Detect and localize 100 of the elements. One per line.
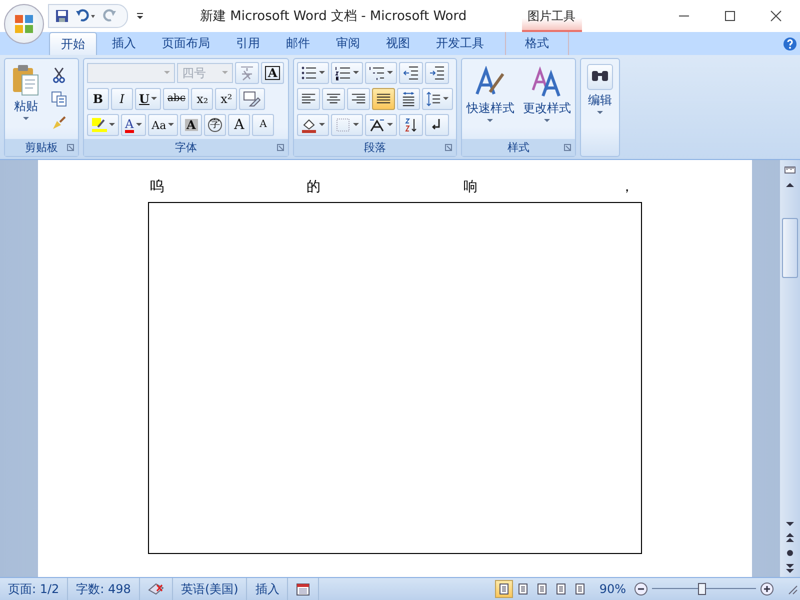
paragraph-button[interactable] bbox=[297, 88, 320, 110]
paragraph-button[interactable] bbox=[425, 62, 449, 84]
paragraph-button[interactable] bbox=[372, 88, 396, 110]
page-icon bbox=[498, 583, 510, 595]
distribute-icon bbox=[401, 91, 416, 107]
paragraph-button[interactable] bbox=[365, 62, 397, 84]
sort-icon bbox=[403, 117, 419, 133]
scroll-down-icon[interactable] bbox=[786, 521, 794, 527]
paragraph-button[interactable] bbox=[297, 62, 329, 84]
body-text: 响 bbox=[463, 178, 478, 197]
browse-object-icon[interactable] bbox=[786, 549, 794, 557]
paragraph-button[interactable] bbox=[422, 88, 453, 110]
page-icon bbox=[536, 583, 548, 595]
paragraph-button[interactable] bbox=[365, 114, 397, 136]
caret-icon bbox=[151, 97, 158, 101]
insert-mode-status[interactable]: 插入 bbox=[247, 578, 288, 600]
paragraph-button[interactable] bbox=[322, 88, 346, 110]
style-button[interactable]: 快速样式 bbox=[462, 63, 518, 139]
page-icon bbox=[574, 583, 586, 595]
maximize-icon[interactable] bbox=[724, 10, 736, 22]
dialog-launcher-icon[interactable] bbox=[445, 144, 452, 151]
ribbon-tab[interactable]: 页面布局 bbox=[151, 32, 221, 55]
paragraph-button[interactable] bbox=[347, 88, 370, 110]
previous-page-icon[interactable] bbox=[786, 533, 794, 543]
double-letter-a-icon bbox=[530, 66, 563, 98]
caret-icon bbox=[136, 123, 142, 127]
scroll-up-icon[interactable] bbox=[786, 182, 794, 188]
view-button[interactable] bbox=[495, 580, 514, 598]
logo-icon bbox=[13, 13, 35, 35]
next-page-icon[interactable] bbox=[786, 563, 794, 573]
help-icon[interactable] bbox=[783, 37, 797, 51]
ribbon-tab[interactable]: 审阅 bbox=[325, 32, 371, 55]
dialog-launcher-icon[interactable] bbox=[564, 144, 571, 151]
dialog-launcher-icon[interactable] bbox=[67, 144, 74, 151]
page-icon bbox=[555, 583, 568, 595]
proofing-icon[interactable] bbox=[148, 582, 164, 596]
letter-a-arrows-icon bbox=[369, 117, 385, 133]
office-button[interactable] bbox=[4, 4, 44, 44]
caret-icon bbox=[387, 71, 393, 75]
paste-button[interactable]: 粘贴 bbox=[7, 61, 45, 137]
save-icon[interactable] bbox=[55, 9, 69, 23]
caret-icon bbox=[23, 117, 29, 121]
eraser-icon bbox=[243, 90, 262, 108]
caret-icon bbox=[487, 119, 494, 123]
zoom-out-icon[interactable] bbox=[634, 582, 648, 596]
body-text: 呜 bbox=[150, 178, 164, 197]
paragraph-button[interactable] bbox=[331, 62, 363, 84]
paragraph-button[interactable] bbox=[399, 62, 423, 84]
caret-icon bbox=[319, 71, 325, 75]
scissors-icon[interactable] bbox=[52, 67, 66, 83]
ribbon-tab[interactable]: 引用 bbox=[225, 32, 271, 55]
paragraph-button[interactable] bbox=[297, 114, 329, 136]
ribbon-tab[interactable]: 开发工具 bbox=[425, 32, 495, 55]
ribbon-tab[interactable]: 邮件 bbox=[275, 32, 321, 55]
word-count[interactable]: 字数: 498 bbox=[68, 578, 140, 600]
group-label: 样式 bbox=[508, 140, 530, 155]
caret-icon bbox=[544, 119, 550, 123]
window-title: 新建 Microsoft Word 文档 - Microsoft Word bbox=[200, 8, 467, 25]
binoculars-icon bbox=[587, 64, 613, 90]
zoom-in-icon[interactable] bbox=[760, 582, 774, 596]
caret-icon bbox=[443, 97, 449, 101]
vertical-scrollbar[interactable] bbox=[780, 160, 800, 577]
paragraph-button[interactable] bbox=[399, 114, 423, 136]
ribbon-tab[interactable]: 视图 bbox=[375, 32, 421, 55]
phonetic-guide-icon bbox=[239, 65, 255, 81]
line-spacing-icon bbox=[426, 91, 442, 107]
ruler-icon[interactable] bbox=[784, 164, 796, 176]
dialog-launcher-icon[interactable] bbox=[277, 144, 284, 151]
scroll-thumb[interactable] bbox=[782, 218, 798, 278]
caret-icon bbox=[353, 123, 359, 127]
style-button[interactable]: 更改样式 bbox=[518, 63, 575, 139]
page-count[interactable]: 页面: 1/2 bbox=[0, 578, 68, 600]
brush-icon[interactable] bbox=[51, 115, 67, 131]
zoom-slider[interactable] bbox=[652, 582, 756, 596]
group-label: 字体 bbox=[175, 140, 197, 155]
caret-icon bbox=[222, 71, 228, 75]
clipboard-icon bbox=[11, 64, 41, 96]
ribbon-tab[interactable]: 开始 bbox=[49, 32, 97, 55]
close-icon[interactable] bbox=[770, 10, 782, 22]
caret-icon bbox=[319, 123, 325, 127]
language-status[interactable]: 英语(美国) bbox=[172, 578, 248, 600]
ribbon-tab[interactable]: 插入 bbox=[101, 32, 147, 55]
body-text: ， bbox=[620, 178, 634, 197]
copy-icon[interactable] bbox=[51, 91, 67, 107]
paragraph-button[interactable] bbox=[425, 114, 449, 136]
bulleted-list-icon bbox=[301, 65, 317, 81]
undo-icon[interactable] bbox=[75, 9, 97, 23]
page-icon bbox=[517, 583, 530, 595]
resize-grip-icon[interactable] bbox=[786, 583, 798, 595]
macro-icon[interactable] bbox=[296, 582, 310, 596]
zoom-slider-thumb[interactable] bbox=[698, 583, 706, 595]
multilevel-list-icon bbox=[369, 65, 385, 81]
body-text: 的 bbox=[306, 178, 321, 197]
customize-menu-icon[interactable] bbox=[136, 12, 144, 20]
caret-icon bbox=[597, 111, 603, 115]
caret-icon bbox=[109, 123, 115, 127]
paragraph-button[interactable] bbox=[397, 88, 420, 110]
zoom-level[interactable]: 90% bbox=[599, 582, 626, 596]
caret-icon bbox=[168, 123, 174, 127]
increase-indent-icon bbox=[429, 65, 445, 81]
